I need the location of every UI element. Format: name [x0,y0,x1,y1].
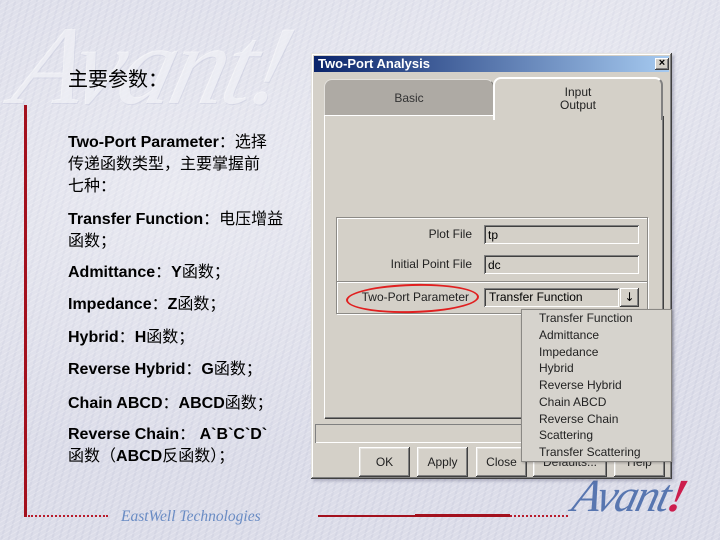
dropdown-option[interactable]: Reverse Chain [522,411,671,428]
plot-file-label: Plot File [428,227,472,241]
bullet-symbol: ABCD [178,395,225,412]
bullet-desc: 函数； [146,329,195,346]
close-button[interactable]: Close [476,447,527,477]
initial-point-file-label: Initial Point File [390,257,472,271]
accent-vertical-line [24,105,27,517]
dropdown-option[interactable]: Hybrid [522,360,671,377]
accent-dotted-line-bottom [510,515,568,517]
bullet-symbol: A`B`C`D` [199,426,268,443]
ok-button[interactable]: OK [359,447,410,477]
bullet-term: Reverse Hybrid [68,361,186,378]
bullet-chain-abcd: Chain ABCD：ABCD函数； [68,393,273,415]
bullet-symbol: Y [171,264,182,281]
plot-file-input[interactable] [484,225,639,244]
dropdown-option[interactable]: Scattering [522,427,671,444]
bullet-continuation-symbol: ABCD [116,448,163,465]
accent-bottom-line-thick [415,514,510,517]
accent-dotted-line-left [28,515,108,517]
tab-input-output[interactable]: Input Output [493,77,663,120]
footer-company-name: EastWell Technologies [121,508,261,525]
bullet-desc: 函数； [177,296,226,313]
bullet-term: Transfer Function [68,211,204,228]
bullet-sep: ： [118,329,135,346]
slide-heading: 主要参数： [68,69,168,91]
bullet-desc: 电压增益 [219,211,284,228]
bullet-term: Hybrid [68,329,119,346]
bullet-sep: ： [179,426,200,443]
accent-bottom-line [318,515,415,517]
dropdown-option[interactable]: Admittance [522,327,671,344]
bullet-desc: 函数； [224,395,273,412]
close-icon[interactable]: × [655,58,669,70]
bullet-sep: ： [185,361,202,378]
avant-watermark: Avant! [2,4,302,128]
dialog-title-bar[interactable]: Two-Port Analysis [314,56,669,72]
dropdown-option[interactable]: Chain ABCD [522,394,671,411]
initial-point-file-input[interactable] [484,255,639,274]
bullet-reverse-hybrid: Reverse Hybrid：G函数； [68,359,262,381]
file-settings-group: Plot File Initial Point File [336,217,648,282]
bullet-term: Impedance [68,296,152,313]
bullet-hybrid: Hybrid：H函数； [68,327,194,349]
bullet-symbol: G [201,361,214,378]
bullet-continuation: 函数； [68,233,117,250]
arrow-down-icon[interactable]: ↓ [620,288,639,307]
tab-basic[interactable]: Basic [324,79,494,116]
bullet-symbol: Z [167,296,178,313]
apply-button[interactable]: Apply [417,447,468,477]
bullet-impedance: Impedance：Z函数； [68,294,225,316]
bullet-sep: ： [203,211,220,228]
dialog-title: Two-Port Analysis [318,56,430,71]
bullet-symbol: H [134,329,147,346]
tab-label: Basic [394,91,424,105]
tab-label: Output [559,98,597,112]
bullet-desc: 函数； [213,361,262,378]
bullet-two-port-parameter: Two-Port Parameter：选择 传递函数类型，主要掌握前 七种： [68,132,267,198]
dropdown-option[interactable]: Transfer Scattering [522,444,671,461]
bullet-continuation: 反函数）； [162,448,235,465]
dropdown-option[interactable]: Transfer Function [522,310,671,327]
two-port-parameter-select[interactable]: Transfer Function [484,288,619,307]
bullet-term: Two-Port Parameter [68,134,219,151]
bullet-continuation: 传递函数类型，主要掌握前 [68,156,261,173]
two-port-parameter-dropdown-list: Transfer Function Admittance Impedance H… [521,309,672,462]
bullet-admittance: Admittance：Y函数； [68,262,230,284]
dropdown-option[interactable]: Impedance [522,344,671,361]
bullet-sep: ： [155,264,172,281]
bullet-continuation: 函数（ [68,448,117,465]
bullet-reverse-chain: Reverse Chain： A`B`C`D` 函数（ABCD反函数）； [68,424,267,468]
bullet-desc: 函数； [181,264,230,281]
bullet-term: Chain ABCD [68,395,163,412]
dropdown-option[interactable]: Reverse Hybrid [522,377,671,394]
bullet-desc: 选择 [234,134,267,151]
bullet-transfer-function: Transfer Function：电压增益 函数； [68,209,283,253]
bullet-sep: ： [218,134,235,151]
bullet-sep: ： [162,395,179,412]
bullet-continuation: 七种： [68,178,117,195]
bullet-term: Reverse Chain [68,426,180,443]
bullet-term: Admittance [68,264,156,281]
bullet-sep: ： [151,296,168,313]
